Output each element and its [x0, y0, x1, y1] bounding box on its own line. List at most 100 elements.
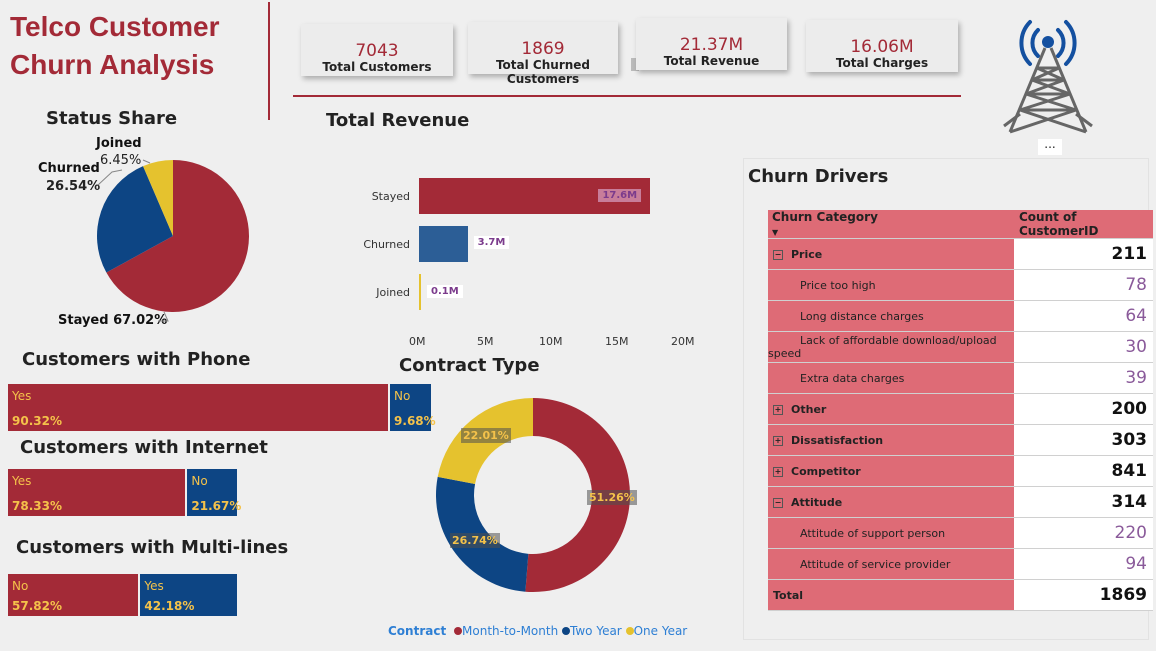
title-line-1: Telco Customer — [10, 11, 220, 42]
table-row[interactable]: + Dissatisfaction 303 — [768, 424, 1153, 456]
row-label: Total — [773, 588, 804, 602]
churn-category-cell: − Price — [768, 238, 1014, 270]
legend-dot-month-to-month — [454, 627, 463, 635]
churn-category-cell: − Attitude — [768, 486, 1014, 518]
kpi-total-customers[interactable]: 7043 Total Customers — [301, 24, 453, 76]
revenue-data-label-stayed: 17.6M — [598, 189, 642, 202]
bar-label-stayed: Stayed — [371, 190, 410, 203]
internet-title: Customers with Internet — [20, 437, 268, 458]
churn-category-cell: Attitude of service provider — [768, 548, 1014, 580]
table-row[interactable]: Lack of affordable download/upload speed… — [768, 331, 1153, 363]
kpi-value: 16.06M — [850, 37, 914, 57]
churn-drivers-table: Churn Category ▼ Count of CustomerID − Pr… — [768, 210, 1153, 611]
sort-desc-icon[interactable]: ▼ — [772, 228, 778, 237]
radio-tower-icon — [1003, 20, 1093, 134]
table-row[interactable]: Extra data charges 39 — [768, 362, 1153, 394]
segment-category: Yes — [12, 474, 32, 488]
legend-item-two-year[interactable]: Two Year — [570, 624, 622, 638]
table-row[interactable]: − Price 211 — [768, 238, 1153, 270]
multilines-yes-segment[interactable]: Yes 42.18% — [140, 574, 237, 616]
count-value: 30 — [1125, 337, 1147, 357]
segment-percent: 78.33% — [12, 499, 62, 513]
count-cell: 220 — [1014, 517, 1153, 549]
phone-no-segment[interactable]: No 9.68% — [390, 384, 436, 431]
churn-category-cell: Total — [768, 579, 1014, 611]
revenue-bar-joined[interactable] — [419, 274, 421, 310]
legend-dot-one-year — [625, 627, 634, 635]
column-header-churn-category[interactable]: Churn Category ▼ — [768, 210, 1014, 239]
revenue-data-label-churned: 3.7M — [473, 236, 510, 249]
row-label: Price too high — [800, 278, 876, 292]
row-label: Extra data charges — [800, 371, 905, 385]
table-row[interactable]: Long distance charges 64 — [768, 300, 1153, 332]
table-row[interactable]: Total 1869 — [768, 579, 1153, 611]
count-value: 200 — [1111, 399, 1148, 419]
donut-label-two-year: 26.74% — [450, 533, 500, 548]
donut-label-month-to-month: 51.26% — [587, 490, 637, 505]
segment-percent: 21.67% — [191, 499, 242, 513]
churn-category-cell: Price too high — [768, 269, 1014, 301]
expand-icon[interactable]: + — [773, 435, 783, 446]
count-value: 303 — [1111, 430, 1148, 450]
count-cell: 1869 — [1014, 579, 1153, 611]
column-header-count[interactable]: Count of CustomerID — [1014, 210, 1153, 239]
dashboard-title: Telco Customer Churn Analysis — [10, 8, 270, 84]
churn-category-cell: + Competitor — [768, 455, 1014, 487]
internet-no-segment[interactable]: No 21.67% — [187, 469, 241, 516]
segment-category: No — [191, 474, 208, 488]
multilines-no-segment[interactable]: No 57.82% — [8, 574, 139, 616]
collapse-icon[interactable]: − — [773, 249, 783, 260]
segment-category: Yes — [144, 579, 164, 593]
segment-percent: 57.82% — [12, 599, 62, 613]
row-label: Competitor — [791, 464, 861, 478]
donut-label-one-year: 22.01% — [461, 428, 511, 443]
count-value: 314 — [1111, 492, 1148, 512]
count-value: 94 — [1125, 554, 1147, 574]
legend-item-one-year[interactable]: One Year — [634, 624, 688, 638]
collapse-icon[interactable]: − — [773, 497, 783, 508]
revenue-data-label-joined: 0.1M — [427, 285, 463, 298]
count-value: 841 — [1111, 461, 1148, 481]
contract-type-title: Contract Type — [399, 355, 540, 376]
x-tick: 15M — [605, 335, 629, 348]
table-row[interactable]: + Other 200 — [768, 393, 1153, 425]
kpi-total-charges[interactable]: 16.06M Total Charges — [806, 20, 958, 72]
row-label: Long distance charges — [800, 309, 924, 323]
table-row[interactable]: Attitude of service provider 94 — [768, 548, 1153, 580]
kpi-total-revenue[interactable]: 21.37M Total Revenue — [636, 18, 787, 70]
row-label: Lack of affordable download/upload speed — [768, 334, 997, 360]
revenue-bar-churned[interactable] — [419, 226, 468, 262]
bar-label-joined: Joined — [376, 286, 410, 299]
count-cell: 30 — [1014, 331, 1153, 363]
x-tick: 5M — [477, 335, 494, 348]
count-cell: 841 — [1014, 455, 1153, 487]
joined-percent: 6.45% — [100, 153, 142, 168]
table-row[interactable]: Price too high 78 — [768, 269, 1153, 301]
expand-icon[interactable]: + — [773, 404, 783, 415]
phone-title: Customers with Phone — [22, 349, 251, 370]
churned-percent: 26.54% — [46, 179, 101, 194]
count-cell: 303 — [1014, 424, 1153, 456]
table-row[interactable]: + Competitor 841 — [768, 455, 1153, 487]
kpi-label: Total Charges — [835, 56, 929, 70]
count-cell: 200 — [1014, 393, 1153, 425]
churn-category-cell: Lack of affordable download/upload speed — [768, 331, 1014, 363]
count-value: 220 — [1114, 523, 1147, 543]
title-line-2: Churn Analysis — [10, 49, 215, 80]
count-cell: 64 — [1014, 300, 1153, 332]
table-row[interactable]: − Attitude 314 — [768, 486, 1153, 518]
count-cell: 94 — [1014, 548, 1153, 580]
expand-icon[interactable]: + — [773, 466, 783, 477]
table-row[interactable]: Attitude of support person 220 — [768, 517, 1153, 549]
more-options-icon[interactable]: ... — [1038, 138, 1062, 155]
internet-yes-segment[interactable]: Yes 78.33% — [8, 469, 186, 516]
kpi-total-churned[interactable]: 1869 Total Churned Customers — [468, 22, 618, 86]
segment-percent: 42.18% — [144, 599, 195, 613]
legend-item-month-to-month[interactable]: Month-to-Month — [462, 624, 558, 638]
segment-category: Yes — [12, 389, 32, 403]
churn-drivers-body: − Price 211 Price too high 78 Long distance c… — [768, 238, 1153, 611]
stayed-label: Stayed 67.02% — [58, 313, 168, 328]
vertical-divider — [268, 2, 270, 120]
phone-yes-segment[interactable]: Yes 90.32% — [8, 384, 389, 431]
status-share-pie — [97, 160, 250, 312]
